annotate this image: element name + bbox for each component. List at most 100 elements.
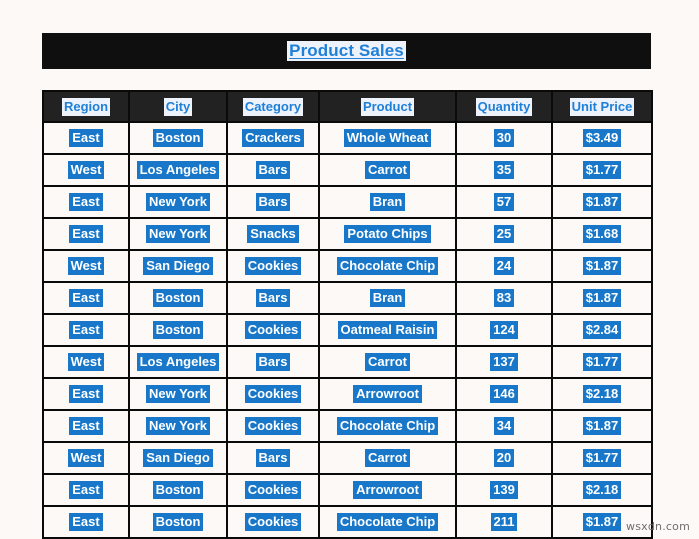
cell-quantity[interactable]: 35	[455, 153, 553, 187]
cell-product[interactable]: Potato Chips	[318, 217, 457, 251]
table-row[interactable]: East Boston Cookies Arrowroot 139 $2.18	[42, 473, 653, 507]
cell-price[interactable]: $1.87	[551, 185, 653, 219]
cell-region[interactable]: East	[42, 377, 130, 411]
cell-region[interactable]: East	[42, 281, 130, 315]
column-header-category[interactable]: Category	[226, 90, 320, 123]
cell-category[interactable]: Cookies	[226, 249, 320, 283]
cell-region[interactable]: West	[42, 345, 130, 379]
table-row[interactable]: East New York Cookies Chocolate Chip 34 $1.87	[42, 409, 653, 443]
cell-region[interactable]: East	[42, 473, 130, 507]
cell-quantity[interactable]: 25	[455, 217, 553, 251]
cell-value: Bars	[255, 353, 291, 371]
cell-city[interactable]: Boston	[128, 281, 228, 315]
column-header-price[interactable]: Unit Price	[551, 90, 653, 123]
cell-price[interactable]: $2.18	[551, 377, 653, 411]
column-header-city[interactable]: City	[128, 90, 228, 123]
cell-product[interactable]: Arrowroot	[318, 377, 457, 411]
cell-price[interactable]: $2.84	[551, 313, 653, 347]
cell-product[interactable]: Chocolate Chip	[318, 249, 457, 283]
cell-price[interactable]: $2.18	[551, 473, 653, 507]
cell-region[interactable]: East	[42, 121, 130, 155]
cell-value: East	[69, 129, 103, 147]
cell-quantity[interactable]: 83	[455, 281, 553, 315]
cell-quantity[interactable]: 124	[455, 313, 553, 347]
cell-category[interactable]: Snacks	[226, 217, 320, 251]
cell-city[interactable]: New York	[128, 409, 228, 443]
cell-quantity[interactable]: 24	[455, 249, 553, 283]
cell-city[interactable]: Boston	[128, 473, 228, 507]
cell-city[interactable]: New York	[128, 377, 228, 411]
cell-region[interactable]: West	[42, 249, 130, 283]
table-row[interactable]: East New York Bars Bran 57 $1.87	[42, 185, 653, 219]
cell-quantity[interactable]: 57	[455, 185, 553, 219]
cell-product[interactable]: Whole Wheat	[318, 121, 457, 155]
cell-quantity[interactable]: 139	[455, 473, 553, 507]
cell-category[interactable]: Bars	[226, 185, 320, 219]
column-header-region[interactable]: Region	[42, 90, 130, 123]
column-header-product[interactable]: Product	[318, 90, 457, 123]
table-row[interactable]: West Los Angeles Bars Carrot 137 $1.77	[42, 345, 653, 379]
cell-price[interactable]: $1.87	[551, 409, 653, 443]
cell-product[interactable]: Bran	[318, 281, 457, 315]
cell-quantity[interactable]: 34	[455, 409, 553, 443]
cell-region[interactable]: East	[42, 313, 130, 347]
table-row[interactable]: East New York Snacks Potato Chips 25 $1.68	[42, 217, 653, 251]
cell-city[interactable]: Boston	[128, 505, 228, 539]
cell-category[interactable]: Bars	[226, 441, 320, 475]
cell-price[interactable]: $1.77	[551, 441, 653, 475]
table-row[interactable]: East Boston Bars Bran 83 $1.87	[42, 281, 653, 315]
cell-value: Oatmeal Raisin	[337, 321, 438, 339]
cell-product[interactable]: Bran	[318, 185, 457, 219]
cell-city[interactable]: Boston	[128, 121, 228, 155]
cell-price[interactable]: $1.77	[551, 345, 653, 379]
cell-category[interactable]: Bars	[226, 153, 320, 187]
cell-quantity[interactable]: 30	[455, 121, 553, 155]
cell-region[interactable]: East	[42, 409, 130, 443]
cell-city[interactable]: San Diego	[128, 441, 228, 475]
cell-product[interactable]: Carrot	[318, 153, 457, 187]
cell-price[interactable]: $3.49	[551, 121, 653, 155]
cell-product[interactable]: Arrowroot	[318, 473, 457, 507]
cell-city[interactable]: New York	[128, 185, 228, 219]
cell-value: Chocolate Chip	[336, 417, 439, 435]
cell-category[interactable]: Cookies	[226, 505, 320, 539]
cell-price[interactable]: $1.87	[551, 281, 653, 315]
cell-quantity[interactable]: 20	[455, 441, 553, 475]
cell-category[interactable]: Cookies	[226, 377, 320, 411]
cell-region[interactable]: East	[42, 217, 130, 251]
cell-city[interactable]: Los Angeles	[128, 153, 228, 187]
cell-product[interactable]: Oatmeal Raisin	[318, 313, 457, 347]
table-row[interactable]: East Boston Cookies Chocolate Chip 211 $1.87	[42, 505, 653, 539]
cell-product[interactable]: Chocolate Chip	[318, 505, 457, 539]
cell-category[interactable]: Crackers	[226, 121, 320, 155]
cell-region[interactable]: East	[42, 505, 130, 539]
cell-product[interactable]: Carrot	[318, 345, 457, 379]
cell-category[interactable]: Bars	[226, 281, 320, 315]
table-row[interactable]: West Los Angeles Bars Carrot 35 $1.77	[42, 153, 653, 187]
cell-city[interactable]: Boston	[128, 313, 228, 347]
cell-region[interactable]: West	[42, 153, 130, 187]
cell-price[interactable]: $1.87	[551, 249, 653, 283]
cell-product[interactable]: Chocolate Chip	[318, 409, 457, 443]
cell-price[interactable]: $1.77	[551, 153, 653, 187]
column-header-quantity[interactable]: Quantity	[455, 90, 553, 123]
table-row[interactable]: East Boston Crackers Whole Wheat 30 $3.49	[42, 121, 653, 155]
cell-category[interactable]: Cookies	[226, 409, 320, 443]
cell-category[interactable]: Bars	[226, 345, 320, 379]
cell-product[interactable]: Carrot	[318, 441, 457, 475]
table-row[interactable]: East Boston Cookies Oatmeal Raisin 124 $2.84	[42, 313, 653, 347]
cell-city[interactable]: New York	[128, 217, 228, 251]
cell-category[interactable]: Cookies	[226, 473, 320, 507]
table-row[interactable]: West San Diego Bars Carrot 20 $1.77	[42, 441, 653, 475]
cell-category[interactable]: Cookies	[226, 313, 320, 347]
cell-quantity[interactable]: 146	[455, 377, 553, 411]
cell-city[interactable]: Los Angeles	[128, 345, 228, 379]
table-row[interactable]: East New York Cookies Arrowroot 146 $2.18	[42, 377, 653, 411]
cell-region[interactable]: West	[42, 441, 130, 475]
cell-quantity[interactable]: 137	[455, 345, 553, 379]
cell-city[interactable]: San Diego	[128, 249, 228, 283]
cell-price[interactable]: $1.68	[551, 217, 653, 251]
cell-region[interactable]: East	[42, 185, 130, 219]
cell-quantity[interactable]: 211	[455, 505, 553, 539]
table-row[interactable]: West San Diego Cookies Chocolate Chip 24 $1.8…	[42, 249, 653, 283]
